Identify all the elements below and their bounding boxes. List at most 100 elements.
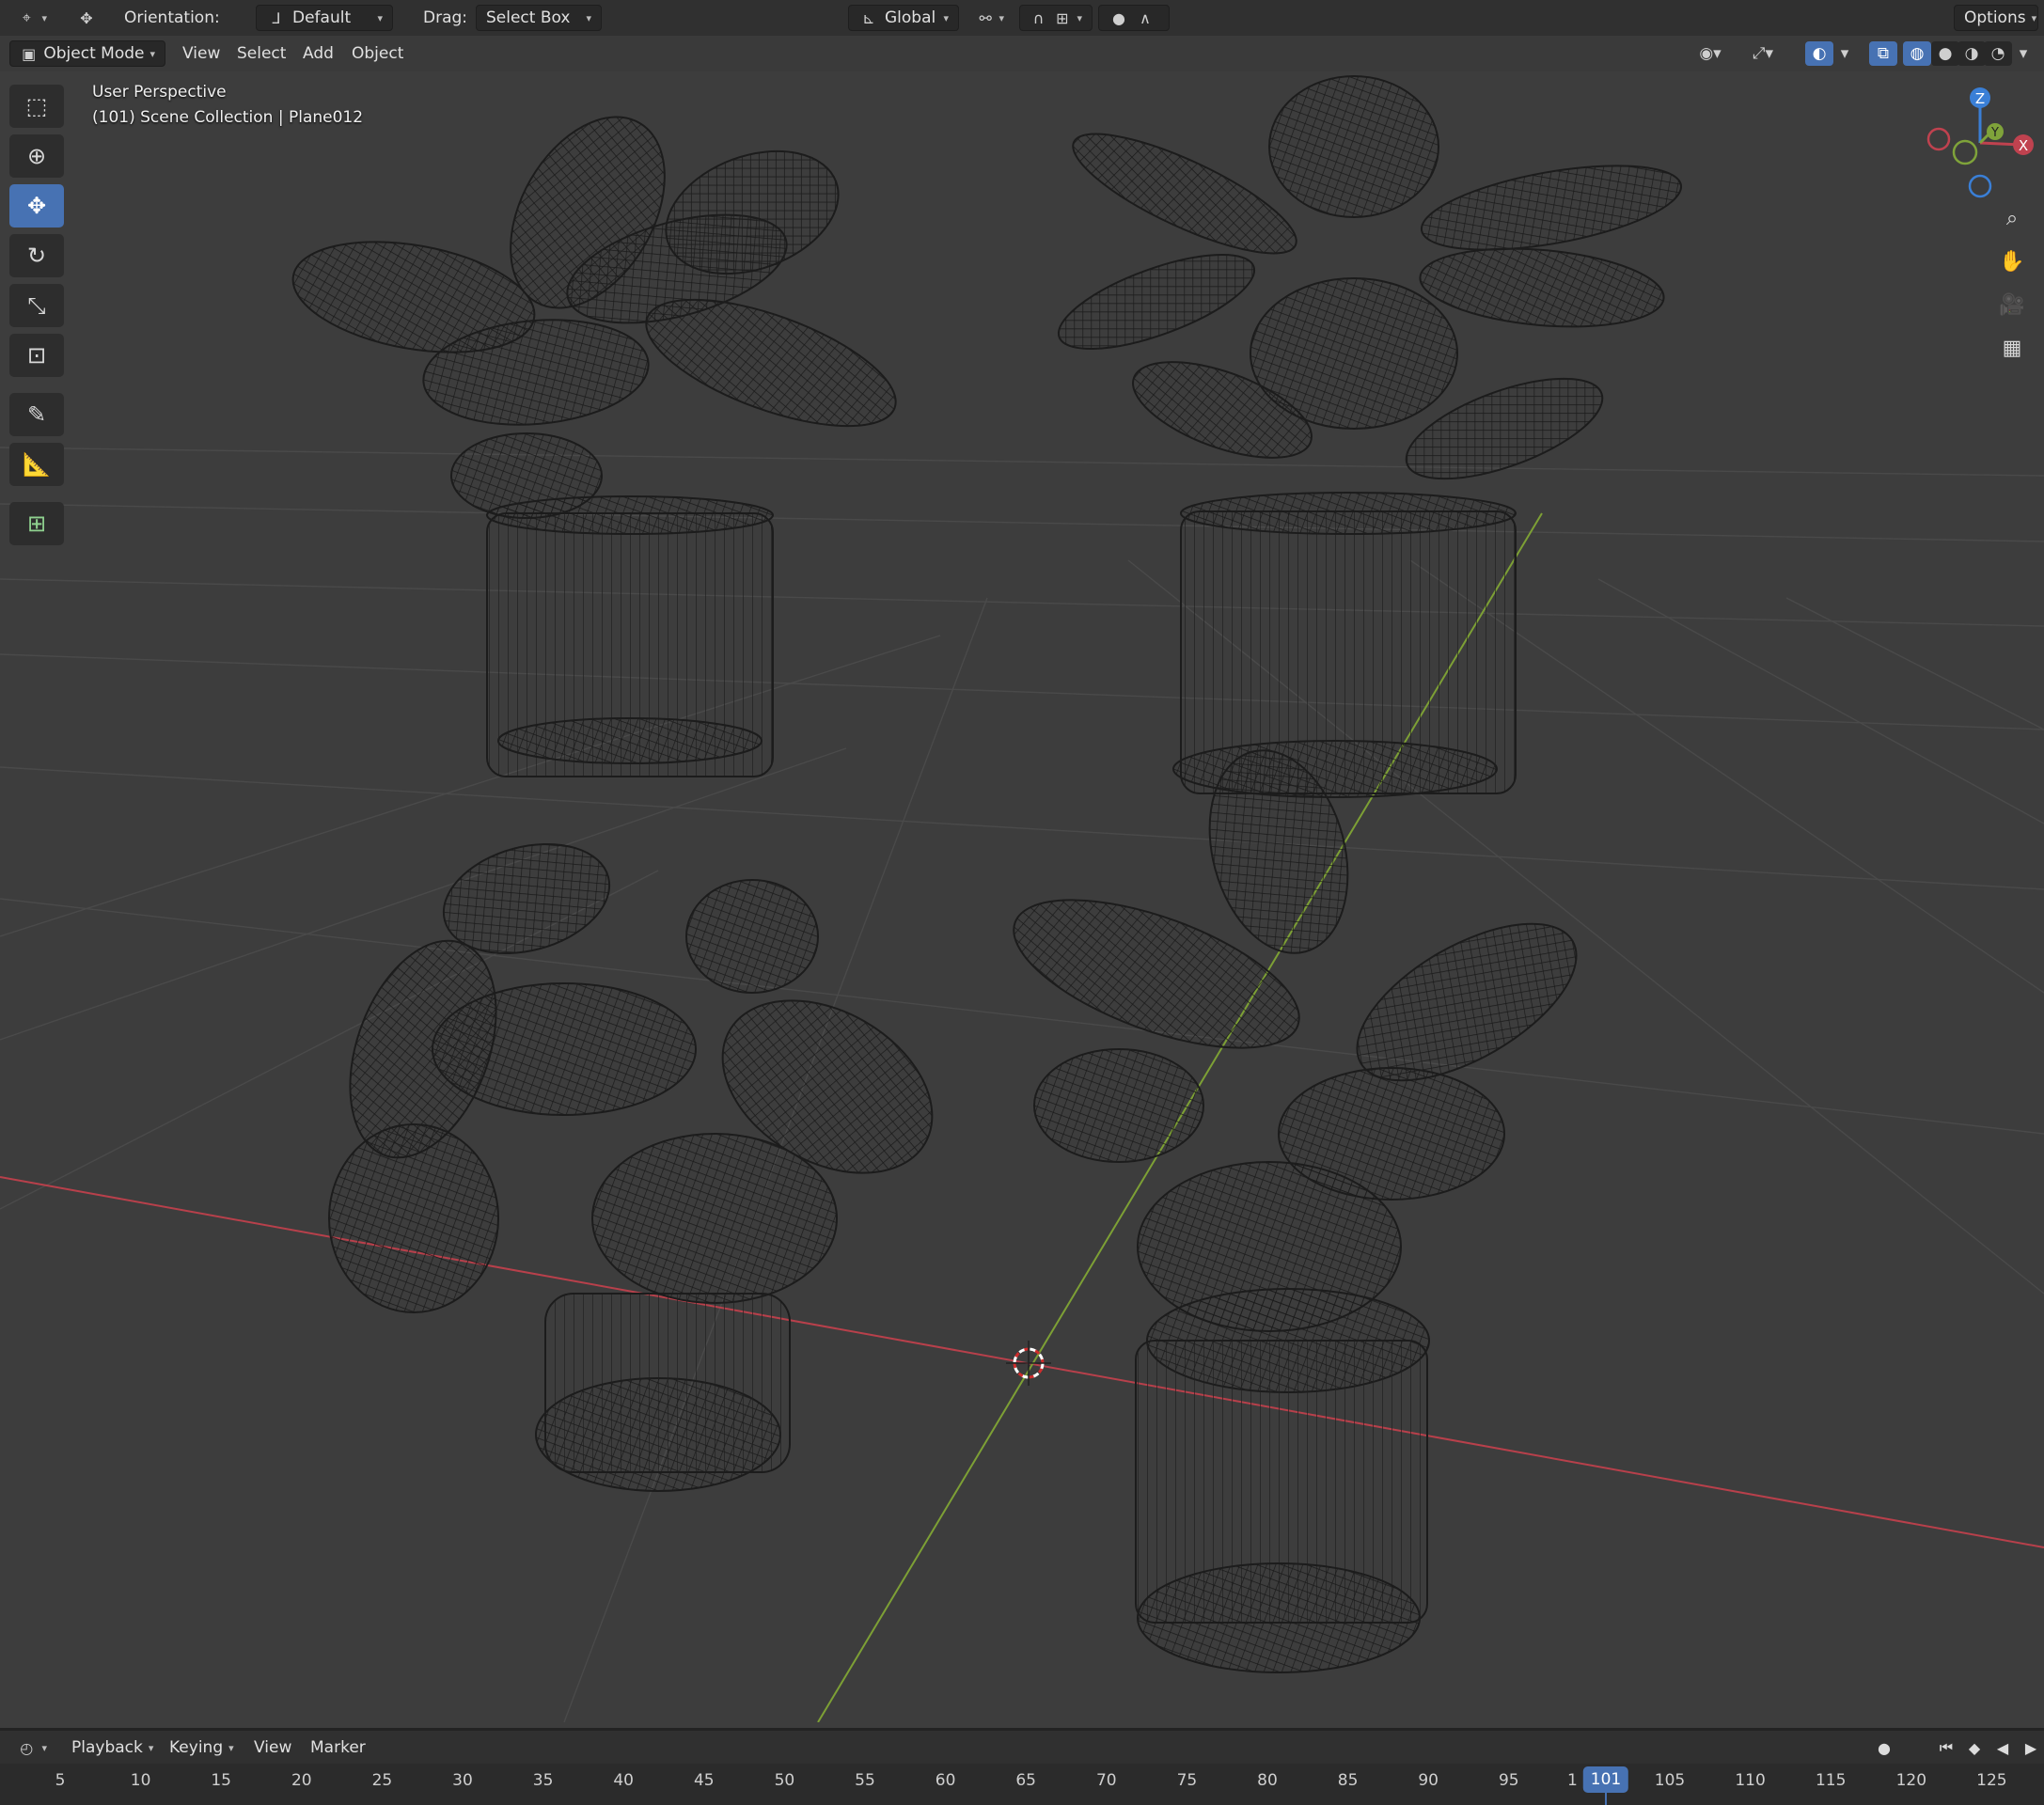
3d-viewport[interactable]: Z Y X User Perspective (101) Scene Colle… xyxy=(0,71,2044,1722)
gizmo-icon: ⤢▾ xyxy=(1752,44,1774,63)
tool-cursor[interactable]: ⊕ xyxy=(9,134,64,178)
timeline-ruler[interactable]: 5 10 15 20 25 30 35 40 45 50 55 60 65 70 75 80 85 90 95 1 10… xyxy=(0,1764,2044,1805)
pan-button[interactable]: ✋ xyxy=(1993,243,2031,280)
frame-tick-label: 120 xyxy=(1895,1771,1927,1790)
editor-type-button[interactable]: ⌖ ▾ xyxy=(8,5,56,31)
move-icon: ✥ xyxy=(26,193,47,219)
play-reverse-icon: ◀ xyxy=(1996,1738,2009,1757)
chevron-down-icon: ▾ xyxy=(1077,11,1082,24)
options-dropdown[interactable]: Options ▾ xyxy=(1954,5,2038,31)
chevron-down-icon: ▾ xyxy=(41,11,47,24)
keyframe-jump-icon: ◆ xyxy=(1968,1738,1981,1757)
visibility-dropdown[interactable]: ◉▾ xyxy=(1689,41,1732,66)
grid-perspective-icon: ▦ xyxy=(2002,336,2022,360)
jump-start-button[interactable]: ⏮ xyxy=(1933,1735,1959,1760)
menu-view[interactable]: View xyxy=(173,40,229,67)
chevron-down-icon: ▾ xyxy=(2019,44,2028,63)
shading-rendered-button[interactable]: ◔ xyxy=(1984,41,2012,66)
material-sphere-icon: ◑ xyxy=(1964,44,1979,63)
object-mode-icon: ▣ xyxy=(22,44,37,63)
global-axis-icon: ⊾ xyxy=(862,8,875,27)
annotate-pencil-icon: ✎ xyxy=(26,401,47,428)
overlays-toggle[interactable]: ◐ xyxy=(1805,41,1833,66)
snap-increment-icon: ⊞ xyxy=(1056,8,1069,27)
viewport-scene: Z Y X xyxy=(0,75,2044,1722)
3d-viewport-icon: ⌖ xyxy=(22,8,31,26)
drag-dropdown[interactable]: Select Box ▾ xyxy=(476,5,602,31)
frame-tick-label: 5 xyxy=(55,1771,66,1790)
tool-move[interactable]: ✥ xyxy=(9,184,64,228)
tool-shelf: ⬚ ⊕ ✥ ↻ ⤡ ⊡ ✎ 📐 ⊞ xyxy=(9,85,66,552)
frame-tick-label: 40 xyxy=(613,1771,635,1790)
plant-top-left xyxy=(291,116,897,777)
orientation-label: Orientation: xyxy=(124,8,220,27)
jump-keyframe-button[interactable]: ◆ xyxy=(1961,1735,1988,1760)
chevron-down-icon: ▾ xyxy=(377,11,383,24)
transform-icon: ⊡ xyxy=(26,342,47,369)
frame-tick-label: 90 xyxy=(1418,1771,1439,1790)
menu-keying[interactable]: Keying ▾ xyxy=(160,1734,244,1761)
chevron-down-icon: ▾ xyxy=(41,1741,47,1754)
orientation-value: Default xyxy=(292,8,352,27)
menu-add[interactable]: Add xyxy=(293,40,343,67)
cursor-icon: ⊕ xyxy=(26,143,47,169)
orientation-dropdown[interactable]: ⅃ Default ▾ xyxy=(256,5,393,31)
chevron-down-icon: ▾ xyxy=(148,1741,154,1754)
eye-icon: ◉▾ xyxy=(1699,44,1722,63)
tool-rotate[interactable]: ↻ xyxy=(9,234,64,277)
timeline-editor-type-button[interactable]: ◴ ▾ xyxy=(8,1734,56,1761)
zoom-icon: ⌕ xyxy=(2005,206,2019,230)
snap-magnet-icon: ∩ xyxy=(1032,8,1045,27)
camera-view-button[interactable]: 🎥 xyxy=(1993,286,2031,323)
chevron-down-icon: ▾ xyxy=(228,1741,234,1754)
playhead-line xyxy=(1605,1793,1607,1805)
menu-timeline-view[interactable]: View xyxy=(244,1734,301,1761)
frame-tick-label: 80 xyxy=(1257,1771,1278,1790)
chevron-down-icon: ▾ xyxy=(586,11,591,24)
perspective-toggle-button[interactable]: ▦ xyxy=(1993,329,2031,367)
mode-value: Object Mode xyxy=(43,44,145,63)
x-axis-line xyxy=(0,1176,2044,1548)
menu-playback[interactable]: Playback ▾ xyxy=(62,1734,163,1761)
tool-annotate[interactable]: ✎ xyxy=(9,393,64,436)
menu-select[interactable]: Select xyxy=(228,40,295,67)
tool-select-box[interactable]: ⬚ xyxy=(9,85,64,128)
xray-toggle[interactable]: ⧉ xyxy=(1869,41,1897,66)
tool-transform[interactable]: ⊡ xyxy=(9,334,64,377)
overlays-dropdown[interactable]: ▾ xyxy=(1833,41,1856,66)
zoom-button[interactable]: ⌕ xyxy=(1993,199,2031,237)
viewport-header: ▣ Object Mode ▾ View Select Add Object ◉▾ … xyxy=(0,36,2044,71)
move-tool-indicator: ✥ xyxy=(68,5,105,31)
tool-measure[interactable]: 📐 xyxy=(9,443,64,486)
frame-tick-label: 70 xyxy=(1095,1771,1117,1790)
shading-material-button[interactable]: ◑ xyxy=(1958,41,1986,66)
tool-add-cube[interactable]: ⊞ xyxy=(9,502,64,545)
jump-start-icon: ⏮ xyxy=(1939,1738,1954,1756)
shading-dropdown[interactable]: ▾ xyxy=(2012,41,2035,66)
transform-orientation-value: Global xyxy=(885,8,936,27)
floor-grid xyxy=(0,447,2044,1722)
mode-dropdown[interactable]: ▣ Object Mode ▾ xyxy=(9,40,165,67)
current-frame-indicator[interactable]: 101 xyxy=(1582,1766,1629,1793)
navigation-gizmo: Z Y X xyxy=(1926,87,2034,198)
chevron-down-icon: ▾ xyxy=(998,11,1004,24)
rotate-icon: ↻ xyxy=(26,243,47,269)
playback-label: Playback xyxy=(71,1738,143,1757)
menu-object[interactable]: Object xyxy=(342,40,413,67)
shading-wireframe-button[interactable]: ◍ xyxy=(1903,41,1931,66)
auto-keying-button[interactable]: ● xyxy=(1871,1735,1897,1760)
orientation-icon: ⅃ xyxy=(272,8,281,27)
frame-tick-label: 10 xyxy=(130,1771,151,1790)
snapping-group[interactable]: ∩ ⊞ ▾ xyxy=(1019,5,1093,31)
shading-solid-button[interactable]: ● xyxy=(1931,41,1959,66)
proportional-editing-group[interactable]: ● ∧ xyxy=(1098,5,1170,31)
frame-tick-label: 105 xyxy=(1654,1771,1686,1790)
play-reverse-button[interactable]: ◀ xyxy=(1989,1735,2016,1760)
pivot-point-dropdown[interactable]: ⚯ ▾ xyxy=(968,5,1014,31)
tool-scale[interactable]: ⤡ xyxy=(9,284,64,327)
gizmo-dropdown[interactable]: ⤢▾ xyxy=(1741,41,1785,66)
view-name: User Perspective xyxy=(92,83,227,102)
play-button[interactable]: ▶ xyxy=(2018,1735,2044,1760)
menu-marker[interactable]: Marker xyxy=(301,1734,375,1761)
transform-orientation-dropdown[interactable]: ⊾ Global ▾ xyxy=(848,5,959,31)
